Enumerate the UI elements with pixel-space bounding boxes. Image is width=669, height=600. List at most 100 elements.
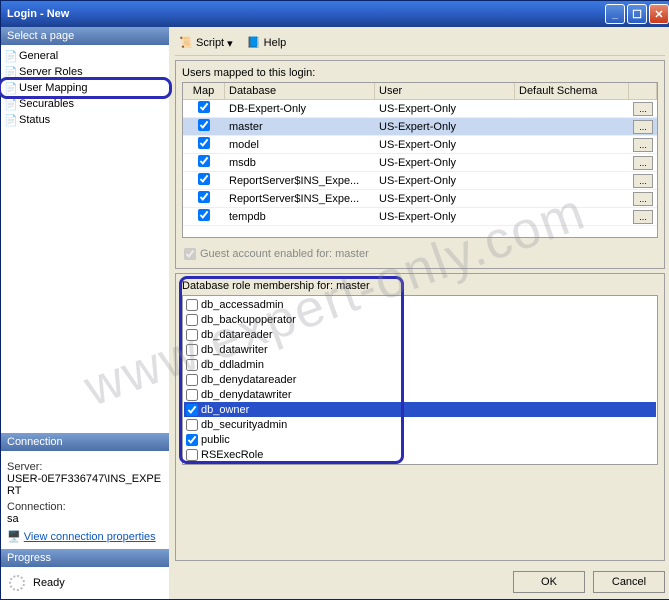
view-connection-properties-link[interactable]: View connection properties — [24, 531, 156, 543]
role-item[interactable]: RSExecRole — [184, 447, 656, 462]
script-button[interactable]: 📜Script ▾ — [175, 34, 237, 52]
minimize-button[interactable]: _ — [605, 4, 625, 24]
role-checkbox[interactable] — [186, 449, 198, 461]
connection-box: Server: USER-0E7F336747\INS_EXPERT Conne… — [1, 451, 169, 549]
role-item[interactable]: db_datareader — [184, 327, 656, 342]
schema-browse-button[interactable]: ... — [633, 174, 653, 188]
table-row[interactable]: msdbUS-Expert-Only... — [183, 154, 657, 172]
roles-list[interactable]: db_accessadmindb_backupoperatordb_datare… — [182, 295, 658, 465]
role-item[interactable]: db_denydatawriter — [184, 387, 656, 402]
cell-user: US-Expert-Only — [375, 174, 515, 188]
role-item[interactable]: public — [184, 432, 656, 447]
role-item[interactable]: db_accessadmin — [184, 297, 656, 312]
role-checkbox[interactable] — [186, 404, 198, 416]
cell-schema — [515, 216, 629, 218]
schema-browse-button[interactable]: ... — [633, 138, 653, 152]
role-label: db_datawriter — [201, 344, 268, 356]
mapping-title: Users mapped to this login: — [182, 67, 658, 79]
schema-browse-button[interactable]: ... — [633, 120, 653, 134]
header-user[interactable]: User — [375, 83, 515, 99]
schema-browse-button[interactable]: ... — [633, 102, 653, 116]
map-checkbox[interactable] — [198, 155, 210, 167]
header-database[interactable]: Database — [225, 83, 375, 99]
window-title: Login - New — [7, 8, 605, 20]
table-row[interactable]: ReportServer$INS_Expe...US-Expert-Only..… — [183, 172, 657, 190]
map-checkbox[interactable] — [198, 137, 210, 149]
grid-header: Map Database User Default Schema — [183, 83, 657, 100]
cell-schema — [515, 162, 629, 164]
roles-panel: Database role membership for: master db_… — [175, 273, 665, 561]
role-checkbox[interactable] — [186, 359, 198, 371]
role-checkbox[interactable] — [186, 299, 198, 311]
server-value: USER-0E7F336747\INS_EXPERT — [7, 473, 163, 497]
role-checkbox[interactable] — [186, 374, 198, 386]
main-panel: 📜Script ▾ 📘Help Users mapped to this log… — [169, 27, 669, 599]
header-map[interactable]: Map — [183, 83, 225, 99]
sidebar-item-server-roles[interactable]: 📄Server Roles — [1, 64, 169, 80]
table-row[interactable]: ReportServer$INS_Expe...US-Expert-Only..… — [183, 190, 657, 208]
cell-user: US-Expert-Only — [375, 120, 515, 134]
role-checkbox[interactable] — [186, 389, 198, 401]
role-item[interactable]: db_datawriter — [184, 342, 656, 357]
map-checkbox[interactable] — [198, 191, 210, 203]
role-checkbox[interactable] — [186, 329, 198, 341]
schema-browse-button[interactable]: ... — [633, 156, 653, 170]
role-checkbox[interactable] — [186, 344, 198, 356]
cell-database: tempdb — [225, 210, 375, 224]
sidebar-item-label: Status — [19, 114, 50, 126]
help-button[interactable]: 📘Help — [243, 34, 291, 52]
header-schema[interactable]: Default Schema — [515, 83, 629, 99]
toolbar: 📜Script ▾ 📘Help — [175, 31, 665, 56]
connection-value: sa — [7, 513, 163, 525]
mapping-grid[interactable]: Map Database User Default Schema DB-Expe… — [182, 82, 658, 238]
schema-browse-button[interactable]: ... — [633, 210, 653, 224]
help-label: Help — [264, 37, 287, 49]
table-row[interactable]: tempdbUS-Expert-Only... — [183, 208, 657, 226]
cell-schema — [515, 108, 629, 110]
select-page-head: Select a page — [1, 27, 169, 45]
table-row[interactable]: DB-Expert-OnlyUS-Expert-Only... — [183, 100, 657, 118]
role-item[interactable]: db_denydatareader — [184, 372, 656, 387]
connection-head: Connection — [1, 433, 169, 451]
cell-user: US-Expert-Only — [375, 138, 515, 152]
table-row[interactable]: masterUS-Expert-Only... — [183, 118, 657, 136]
progress-box: Ready — [1, 567, 169, 599]
titlebar[interactable]: Login - New _ ☐ ✕ — [1, 1, 669, 27]
cancel-button[interactable]: Cancel — [593, 571, 665, 593]
map-checkbox[interactable] — [198, 209, 210, 221]
role-item[interactable]: db_owner — [184, 402, 656, 417]
user-mapping-panel: Users mapped to this login: Map Database… — [175, 60, 665, 269]
page-icon: 📄 — [4, 50, 16, 62]
sidebar-item-general[interactable]: 📄General — [1, 48, 169, 64]
cell-schema — [515, 144, 629, 146]
table-row[interactable]: modelUS-Expert-Only... — [183, 136, 657, 154]
role-label: db_securityadmin — [201, 419, 287, 431]
role-item[interactable]: db_securityadmin — [184, 417, 656, 432]
cell-database: DB-Expert-Only — [225, 102, 375, 116]
map-checkbox[interactable] — [198, 101, 210, 113]
cell-schema — [515, 198, 629, 200]
sidebar: Select a page 📄General 📄Server Roles 📄Us… — [1, 27, 169, 599]
page-icon: 📄 — [4, 98, 16, 110]
map-checkbox[interactable] — [198, 119, 210, 131]
progress-spinner-icon — [9, 575, 25, 591]
role-checkbox[interactable] — [186, 314, 198, 326]
ok-button[interactable]: OK — [513, 571, 585, 593]
role-item[interactable]: db_backupoperator — [184, 312, 656, 327]
schema-browse-button[interactable]: ... — [633, 192, 653, 206]
sidebar-item-securables[interactable]: 📄Securables — [1, 96, 169, 112]
sidebar-item-status[interactable]: 📄Status — [1, 112, 169, 128]
role-checkbox[interactable] — [186, 419, 198, 431]
help-icon: 📘 — [247, 36, 261, 50]
map-checkbox[interactable] — [198, 173, 210, 185]
role-checkbox[interactable] — [186, 434, 198, 446]
sidebar-item-user-mapping[interactable]: 📄User Mapping — [1, 80, 169, 96]
guest-label: Guest account enabled for: master — [200, 248, 369, 260]
role-item[interactable]: db_ddladmin — [184, 357, 656, 372]
sidebar-item-label: Securables — [19, 98, 74, 110]
close-button[interactable]: ✕ — [649, 4, 669, 24]
page-icon: 📄 — [4, 82, 16, 94]
maximize-button[interactable]: ☐ — [627, 4, 647, 24]
roles-title: Database role membership for: master — [182, 280, 658, 292]
footer: OK Cancel — [175, 565, 665, 593]
